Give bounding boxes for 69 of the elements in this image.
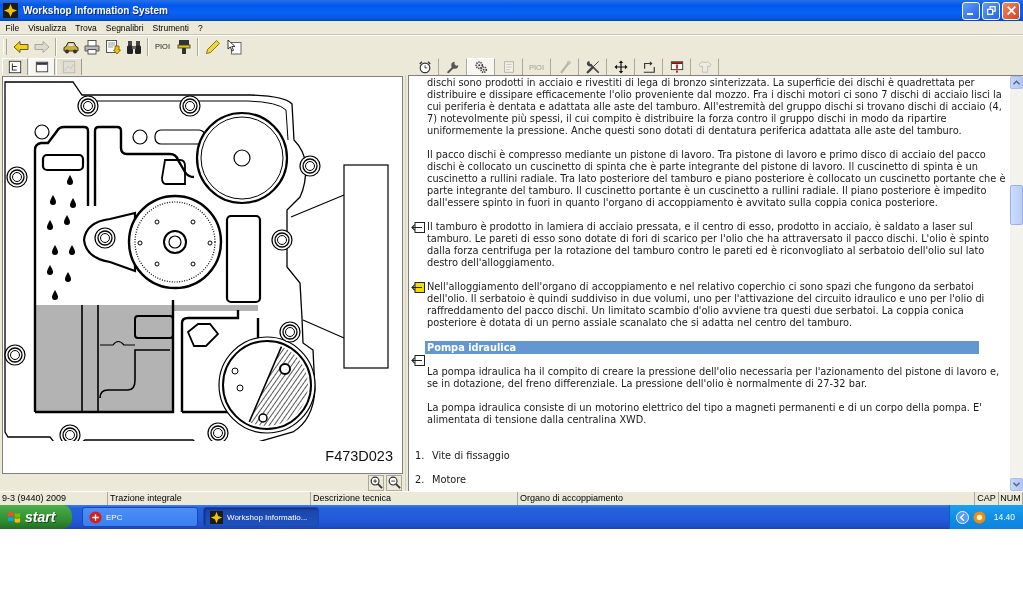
document-arrow-icon bbox=[104, 38, 121, 55]
minimize-button[interactable] bbox=[962, 1, 980, 20]
alarm-clock-icon bbox=[417, 60, 432, 74]
scroll-down-button[interactable] bbox=[1010, 478, 1023, 491]
zoom-out-icon bbox=[387, 476, 401, 489]
link-arrow-icon[interactable] bbox=[411, 282, 425, 293]
shirt-icon bbox=[697, 60, 712, 74]
left-arrow-icon bbox=[12, 38, 29, 55]
right-arrow-icon bbox=[33, 38, 50, 55]
link-arrow-icon[interactable] bbox=[411, 354, 425, 366]
image-icon bbox=[62, 60, 76, 74]
restore-icon bbox=[986, 6, 996, 15]
list-item-text: Vite di fissaggio bbox=[432, 450, 510, 462]
taskbar-button[interactable]: Workshop Informatio... bbox=[203, 507, 319, 527]
caret-up-icon bbox=[1013, 80, 1020, 85]
caret-down-icon bbox=[1013, 482, 1020, 487]
exclamation-screen-icon bbox=[669, 60, 684, 74]
printer-icon bbox=[83, 38, 100, 55]
menu-item[interactable]: Strumenti bbox=[148, 21, 194, 34]
start-button[interactable]: start bbox=[0, 505, 72, 529]
list-item-text: Motore bbox=[432, 474, 467, 486]
menu-item[interactable]: Visualizza bbox=[23, 21, 71, 34]
chevron-icon[interactable] bbox=[955, 510, 969, 524]
tool-icon bbox=[557, 60, 572, 74]
section-heading: Pompa idraulica bbox=[425, 341, 979, 354]
paragraph: Nell'alloggiamento dell'organo di accoppiamento e nel relativo coperchio ci sono spazi che fungono da serbatoi dell'olio. Il serbatoio è quindi suddiviso in due volumi, uno per l'attivazione del circuito idraulico e uno per l'olio di raffreddamento del pacco dischi. Un limitato scambio d'olio avviene tra questi due serbatoi. La coppia conica posteriore è dotata di un perno assiale scanalato che si adatta nel centro del tamburo. bbox=[427, 281, 986, 329]
restore-button[interactable] bbox=[982, 1, 1000, 20]
menu-item[interactable]: ? bbox=[193, 21, 208, 34]
zoom-in-icon bbox=[369, 476, 383, 489]
window-title: Workshop Information System bbox=[23, 5, 169, 16]
pointer-document-icon bbox=[225, 38, 242, 55]
zoom-out-button[interactable] bbox=[386, 474, 402, 491]
paragraph: Il pacco dischi è compresso mediante un pistone di lavoro. Tra pistone di lavoro e primo disco di acciaio del pacco dischi è collocato un cuscinetto di spinta che è parte integrante del pistone di lavoro. Il cuscinetto di spinta è un cuscinetto a rullini radiale. Tra lato posteriore del tamburo e piano posteriore è collocato un cuscinetto portante che è parte integrante del tamburo. Il cuscinetto portante è un cuscinetto a rullini radiale. Il piano posteriore è impedito dall'essere spinto in fuori in quanto l'organo di accoppiamento è avvitato sulla coppia conica posteriore. bbox=[427, 149, 1006, 209]
list-number: 1. bbox=[414, 450, 426, 462]
paragraph: La pompa idraulica ha il compito di creare la pressione dell'olio necessaria per l'azionamento del pistone di lavoro e, se in dotazione, del freno differenziale. La pressione dell'olio è normalmente di 27-32 bar. bbox=[427, 366, 1001, 390]
binoculars-icon bbox=[125, 38, 142, 55]
zoom-in-button[interactable] bbox=[368, 474, 384, 491]
plus-circle-icon bbox=[89, 510, 102, 524]
gears-icon bbox=[474, 60, 488, 74]
pencil-icon bbox=[204, 38, 221, 55]
menu-item[interactable]: File bbox=[1, 21, 24, 34]
list-number: 2. bbox=[414, 474, 426, 486]
arrow-corner-icon bbox=[641, 60, 656, 74]
menu-item[interactable]: Segnalibri bbox=[101, 21, 149, 34]
scroll-up-button[interactable] bbox=[1010, 76, 1023, 89]
app-logo-icon bbox=[3, 3, 18, 18]
scrollbar-thumb[interactable] bbox=[1010, 185, 1023, 225]
minimize-icon bbox=[966, 13, 973, 15]
tree-view-icon bbox=[8, 60, 22, 74]
figure-caption: F473D023 bbox=[325, 448, 393, 464]
stamp-icon bbox=[175, 38, 192, 55]
wrench-icon bbox=[445, 60, 460, 74]
windows-flag-icon bbox=[7, 510, 21, 524]
taskbar-button[interactable]: EPC bbox=[82, 507, 198, 527]
ring-icon[interactable] bbox=[972, 510, 986, 524]
app-logo-icon bbox=[210, 510, 223, 524]
paragraph: La pompa idraulica consiste di un motorino elettrico del tipo a magneti permanenti e di un corpo della pompa. E' alimentata di tensione dalla centralina XWD. bbox=[427, 402, 983, 426]
clock: 14.40 bbox=[993, 512, 1015, 522]
scrollbar[interactable] bbox=[1010, 76, 1023, 491]
close-button[interactable] bbox=[1002, 1, 1020, 20]
paragraph: dischi sono prodotti in acciaio e rivestiti di lega di bronzo sinterizzata. La superficie dei dischi è quadrettata per distribuire e dissipare efficacemente l'olio proveniente dal mozzo. Fra i dischi motori ci sono 7 dischi di acciaio lisci la cui periferia è dentata e adattata alle aste del tamburo. All'estremità del gruppo dischi si trovano dischi di acciaio (4, 7) notevolmente più spessi, il cui compito è distribuire la forza contro il gruppo dischi in modo da ripartire uniformemente la pressione. Anche questi sono dotati di dentatura periferica adattata alle aste del tamburo. bbox=[427, 77, 1003, 137]
close-icon bbox=[1006, 6, 1016, 15]
crossed-tools-icon bbox=[585, 60, 600, 74]
menu-item[interactable]: Trova bbox=[70, 21, 102, 34]
document-icon bbox=[501, 60, 516, 74]
paragraph: Il tamburo è prodotto in lamiera di acciaio pressata, e il centro di esso, prodotto in acciaio, è saldato a laser sul tamburo. Le pareti di esso sono dotate di fori di scarico per l'olio che ha attraversato il pacco dischi. L'olio è spinto dalla forza centrifuga per la rotazione del tamburo contro le pareti ed è riconvogliato al serbatoio dell'olio sul lato destro dell'alloggiamento. bbox=[427, 221, 991, 269]
window-icon bbox=[35, 60, 49, 74]
link-arrow-icon[interactable] bbox=[411, 222, 425, 233]
move-arrows-icon bbox=[613, 60, 628, 74]
